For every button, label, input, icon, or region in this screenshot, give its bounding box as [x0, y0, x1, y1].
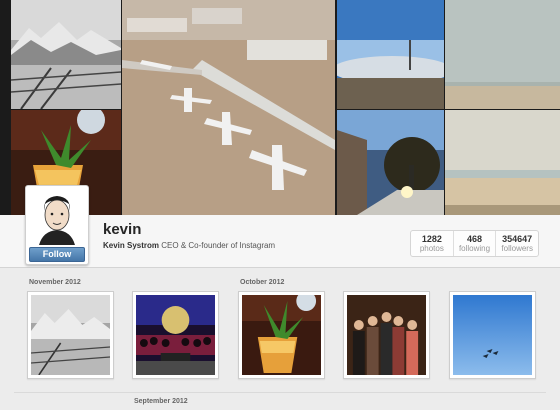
- stat-photos[interactable]: 1282 photos: [411, 231, 454, 256]
- month-heading-october: October 2012: [240, 279, 285, 286]
- cover-photo-beach[interactable]: [445, 110, 560, 215]
- photo-thumbnail[interactable]: [27, 291, 114, 379]
- cover-photo-street[interactable]: [337, 110, 444, 215]
- profile-full-name: Kevin Systrom: [103, 241, 160, 250]
- stat-followers[interactable]: 354647 followers: [496, 231, 538, 256]
- cover-photo-airport[interactable]: [122, 0, 335, 215]
- cover-photo-mosaic: [0, 0, 560, 215]
- cover-photo-misty-beach[interactable]: [445, 0, 560, 109]
- cover-photo-fog[interactable]: [337, 0, 444, 109]
- avatar[interactable]: [29, 189, 85, 245]
- stat-following[interactable]: 468 following: [454, 231, 497, 256]
- stat-followers-count: 354647: [502, 234, 533, 244]
- photo-thumbnail[interactable]: [132, 291, 219, 379]
- cover-photo-mountains[interactable]: [11, 0, 121, 109]
- profile-bio: Kevin Systrom CEO & Co-founder of Instag…: [103, 241, 275, 250]
- photo-thumbnail[interactable]: [238, 291, 325, 379]
- profile-picture-card: Follow: [25, 185, 89, 265]
- photo-thumbnail[interactable]: [449, 291, 536, 379]
- profile-username: kevin: [103, 221, 142, 238]
- month-heading-november: November 2012: [29, 279, 81, 286]
- follow-button[interactable]: Follow: [29, 247, 85, 262]
- stat-followers-label: followers: [501, 244, 533, 253]
- stat-following-label: following: [458, 244, 491, 253]
- profile-stats: 1282 photos 468 following 354647 followe…: [410, 230, 539, 257]
- stat-photos-label: photos: [419, 244, 444, 253]
- photo-thumbnail[interactable]: [343, 291, 430, 379]
- feed-divider: [14, 392, 546, 393]
- month-heading-september: September 2012: [134, 398, 188, 405]
- stat-photos-count: 1282: [421, 234, 442, 244]
- profile-bio-text: CEO & Co-founder of Instagram: [161, 241, 276, 250]
- stat-following-count: 468: [466, 234, 483, 244]
